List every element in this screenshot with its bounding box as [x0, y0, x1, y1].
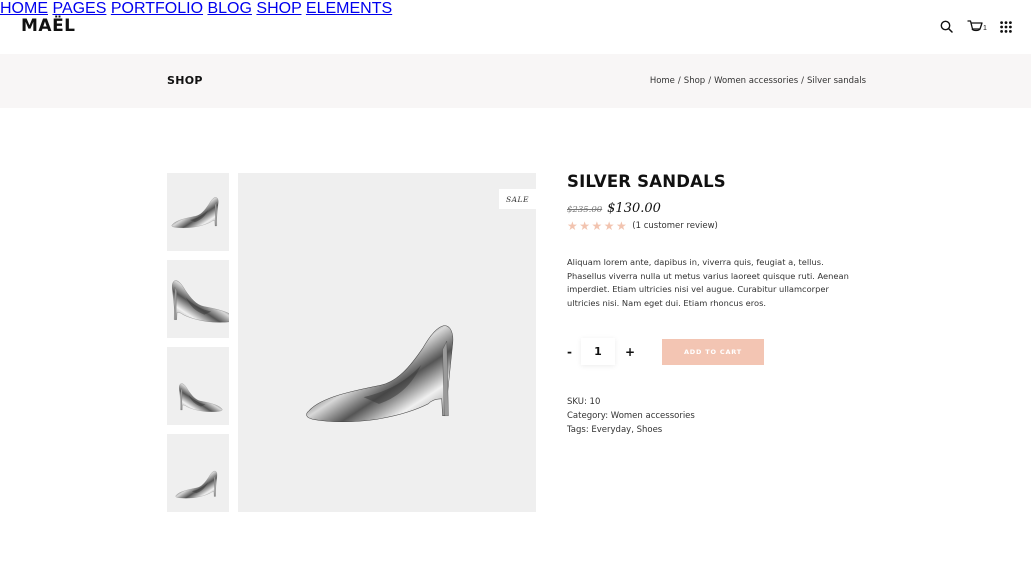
sale-badge: SALE [499, 189, 536, 209]
category-link[interactable]: Women accessories [611, 411, 695, 421]
product-tags: Tags: Everyday, Shoes [567, 425, 663, 435]
cart-icon[interactable] [967, 19, 983, 38]
product-thumbnail-3[interactable] [167, 347, 229, 425]
breadcrumb-current: Silver sandals [807, 76, 866, 86]
grid-menu-icon[interactable] [1000, 20, 1012, 38]
product-category: Category: Women accessories [567, 411, 695, 421]
customer-review-link[interactable]: (1 customer review) [632, 221, 718, 231]
breadcrumb-shop[interactable]: Shop [684, 76, 705, 86]
sale-price: $130.00 [607, 201, 661, 216]
breadcrumb: Home / Shop / Women accessories / Silver sanda… [650, 76, 866, 86]
tag-link-everyday[interactable]: Everyday [591, 425, 631, 435]
product-main-image[interactable]: SALE [238, 173, 536, 512]
page-title-bar: SHOP Home / Shop / Women accessories / Silver … [0, 54, 1031, 108]
breadcrumb-home[interactable]: Home [650, 76, 675, 86]
site-header: MAËL HOME PAGES PORTFOLIO BLOG SHOP ELEM… [0, 0, 1031, 54]
cart-count-badge: 1 [983, 25, 987, 32]
product-thumbnail-2[interactable] [167, 260, 229, 338]
star-rating-icon: ★★★★★ [567, 219, 629, 233]
product-sku: SKU: 10 [567, 397, 600, 407]
tag-link-shoes[interactable]: Shoes [637, 425, 663, 435]
sku-label: SKU: [567, 397, 587, 407]
product-price: $235.00 $130.00 [567, 197, 661, 216]
quantity-input[interactable] [581, 338, 615, 365]
breadcrumb-category[interactable]: Women accessories [714, 76, 798, 86]
page-title: SHOP [167, 74, 203, 87]
nav-item-pages[interactable]: PAGES [52, 0, 106, 17]
nav-item-blog[interactable]: BLOG [207, 0, 251, 17]
category-label: Category: [567, 411, 609, 421]
nav-item-elements[interactable]: ELEMENTS [306, 0, 392, 17]
product-thumbnail-1[interactable] [167, 173, 229, 251]
site-logo[interactable]: MAËL [21, 16, 76, 36]
quantity-decrease-button[interactable]: - [567, 345, 572, 359]
tags-label: Tags: [567, 425, 589, 435]
sku-value: 10 [589, 397, 601, 407]
product-description: Aliquam lorem ante, dapibus in, viverra … [567, 257, 849, 308]
product-title: SILVER SANDALS [567, 172, 726, 191]
search-icon[interactable] [940, 20, 953, 38]
nav-item-portfolio[interactable]: PORTFOLIO [111, 0, 203, 17]
nav-item-shop[interactable]: SHOP [256, 0, 301, 17]
silver-shoe-image [306, 325, 454, 423]
quantity-increase-button[interactable]: + [625, 345, 635, 359]
product-rating: ★★★★★ (1 customer review) [567, 219, 718, 233]
nav-item-home[interactable]: HOME [0, 0, 48, 17]
main-nav: HOME PAGES PORTFOLIO BLOG SHOP ELEMENTS [0, 0, 1031, 18]
add-to-cart-button[interactable]: ADD TO CART [662, 339, 764, 365]
breadcrumb-separator: / [801, 76, 804, 86]
product-thumbnail-4[interactable] [167, 434, 229, 512]
old-price: $235.00 [567, 205, 603, 215]
breadcrumb-separator: / [677, 76, 681, 86]
breadcrumb-separator: / [708, 76, 712, 86]
